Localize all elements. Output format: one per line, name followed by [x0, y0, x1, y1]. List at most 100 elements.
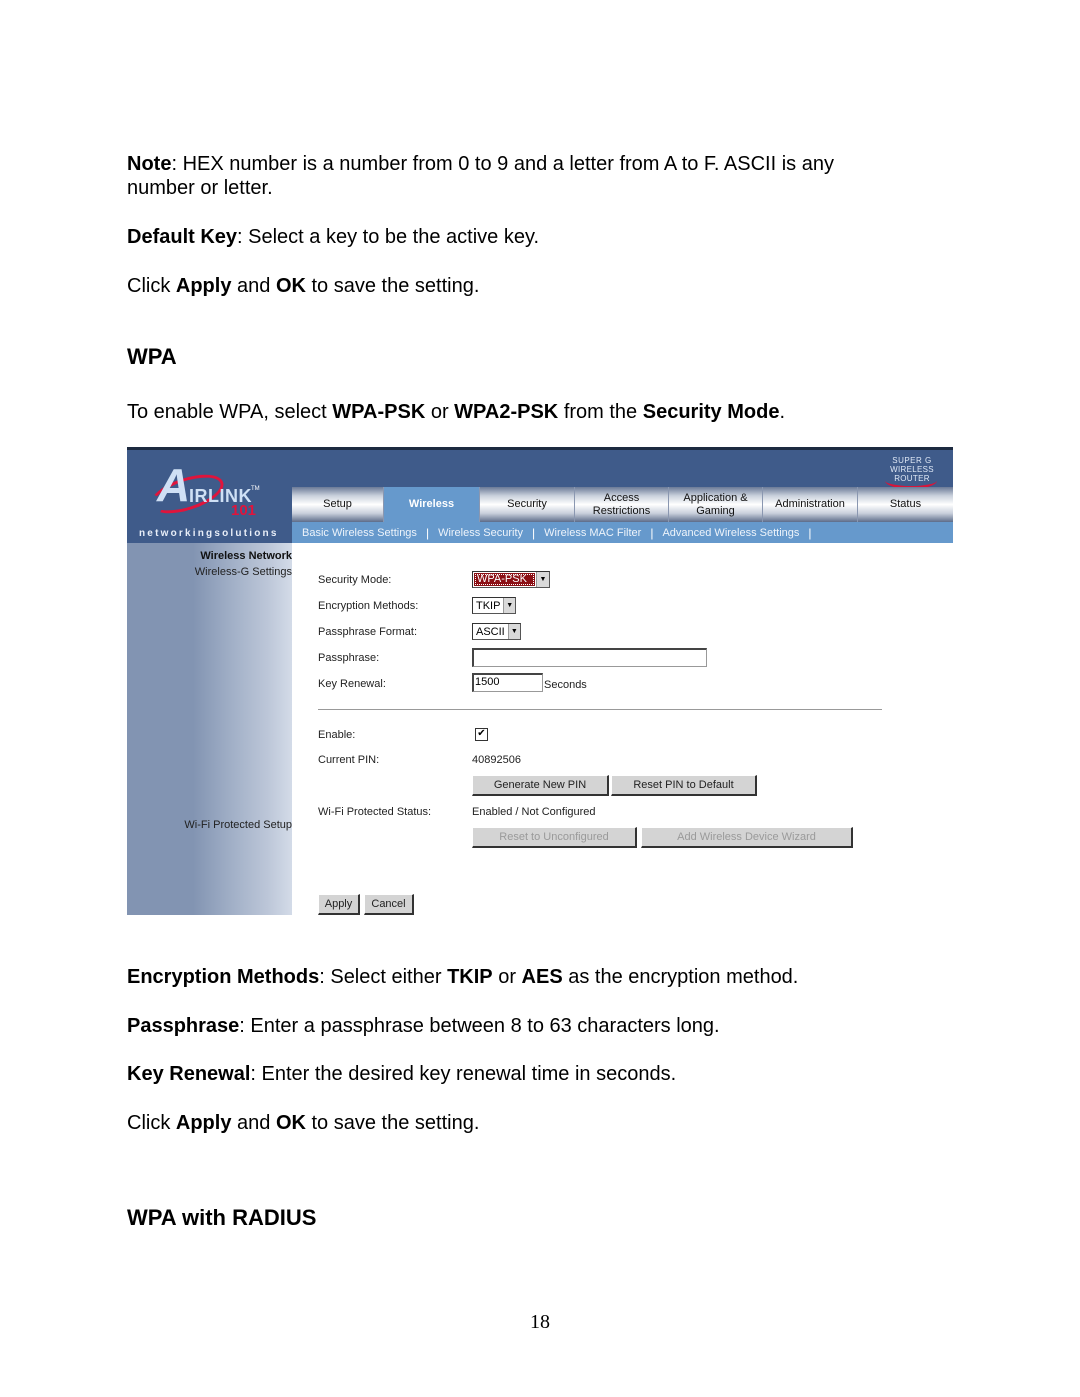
text: as the encryption method. — [562, 966, 799, 988]
tab-setup[interactable]: Setup — [292, 487, 384, 522]
text: and — [231, 275, 276, 297]
logo-tagline: networkingsolutions — [139, 528, 279, 539]
security-mode-label: Security Mode: — [318, 574, 392, 586]
wireless-subnav: Basic Wireless Settings | Wireless Securi… — [292, 522, 953, 543]
apply-button[interactable]: Apply — [318, 894, 360, 915]
current-pin-value: 40892506 — [472, 754, 521, 766]
text: . — [779, 401, 786, 423]
text: to save the setting. — [305, 1112, 480, 1134]
reset-to-unconfigured-button[interactable]: Reset to Unconfigured — [472, 827, 637, 848]
text: Click — [127, 275, 176, 297]
subnav-advanced-wireless-settings[interactable]: Advanced Wireless Settings — [662, 527, 799, 539]
chevron-down-icon: ▼ — [503, 598, 515, 613]
click-apply-paragraph: Click Apply and OK to save the setting. — [127, 274, 479, 298]
default-key-text: : Select a key to be the active key. — [237, 226, 540, 248]
note-text: : HEX number is a number from 0 to 9 and… — [127, 153, 834, 199]
text: Click — [127, 1112, 176, 1134]
wpa-radius-heading: WPA with RADIUS — [127, 1205, 317, 1230]
tab-access-restrictions[interactable]: Access Restrictions — [575, 487, 669, 522]
add-wireless-device-wizard-button[interactable]: Add Wireless Device Wizard — [641, 827, 853, 848]
text: : Select either — [319, 966, 448, 988]
passphrase-label: Passphrase: — [318, 652, 380, 664]
security-mode-value: WPA-PSK — [474, 573, 535, 586]
apply-term: Apply — [175, 275, 232, 297]
default-key-label: Default Key — [127, 226, 238, 248]
key-renewal-label: Key Renewal: — [318, 678, 386, 690]
text: or — [425, 401, 455, 423]
passphrase-paragraph: Passphrase: Enter a passphrase between 8… — [127, 1014, 720, 1038]
tab-wireless[interactable]: Wireless — [384, 487, 480, 522]
note-label: Note — [127, 153, 172, 175]
text: : Enter a passphrase between 8 to 63 cha… — [239, 1015, 720, 1037]
wps-enable-checkbox[interactable]: ✔ — [475, 728, 488, 741]
default-key-paragraph: Default Key: Select a key to be the acti… — [127, 225, 539, 249]
subnav-wireless-security[interactable]: Wireless Security — [438, 527, 523, 539]
aes-term: AES — [521, 966, 563, 988]
reset-pin-to-default-button[interactable]: Reset PIN to Default — [611, 775, 757, 796]
apply-term: Apply — [175, 1112, 232, 1134]
sidebar-wps-title: Wi-Fi Protected Setup — [184, 819, 292, 831]
text: To enable WPA, select — [127, 401, 333, 423]
wpa-heading: WPA — [127, 344, 177, 369]
current-pin-label: Current PIN: — [318, 754, 380, 766]
wps-enable-label: Enable: — [318, 729, 356, 741]
generate-new-pin-button[interactable]: Generate New PIN — [472, 775, 609, 796]
tab-administration[interactable]: Administration — [763, 487, 858, 522]
passphrase-format-label: Passphrase Format: — [318, 626, 418, 638]
tkip-term: TKIP — [447, 966, 493, 988]
key-renewal-input[interactable]: 1500 — [472, 673, 543, 692]
text: to save the setting. — [305, 275, 480, 297]
tab-application-gaming[interactable]: Application & Gaming — [669, 487, 763, 522]
note-paragraph: Note: HEX number is a number from 0 to 9… — [127, 152, 907, 200]
wpa-psk-term: WPA-PSK — [332, 401, 426, 423]
airlink-logo: A IRLINK TM 101 networkingsolutions — [127, 450, 292, 546]
router-screenshot: A IRLINK TM 101 networkingsolutions SUPE… — [127, 447, 953, 915]
passphrase-term: Passphrase — [127, 1015, 240, 1037]
encryption-methods-label: Encryption Methods: — [318, 600, 419, 612]
encryption-methods-term: Encryption Methods — [127, 966, 320, 988]
text: and — [231, 1112, 276, 1134]
wps-status-label: Wi-Fi Protected Status: — [318, 806, 432, 818]
subnav-basic-wireless-settings[interactable]: Basic Wireless Settings — [302, 527, 417, 539]
subnav-separator: | — [532, 525, 536, 540]
cancel-button[interactable]: Cancel — [364, 894, 414, 915]
page-number: 18 — [530, 1311, 550, 1333]
tab-status[interactable]: Status — [858, 487, 953, 522]
wps-status-value: Enabled / Not Configured — [472, 806, 596, 818]
encryption-methods-select[interactable]: TKIP ▼ — [472, 597, 516, 614]
wpa-intro-paragraph: To enable WPA, select WPA-PSK or WPA2-PS… — [127, 400, 785, 424]
section-sidebar: Wireless Network Wireless-G Settings Wi-… — [127, 543, 292, 915]
ok-term: OK — [275, 1112, 306, 1134]
chevron-down-icon: ▼ — [507, 624, 520, 639]
text: or — [492, 966, 522, 988]
security-mode-term: Security Mode — [642, 401, 780, 423]
chevron-down-icon: ▼ — [536, 572, 549, 587]
tab-security[interactable]: Security — [480, 487, 575, 522]
main-tabs: Setup Wireless Security Access Restricti… — [292, 487, 953, 522]
wpa2-psk-term: WPA2-PSK — [454, 401, 559, 423]
text: from the — [558, 401, 643, 423]
logo-tm: TM — [251, 486, 260, 492]
encryption-methods-value: TKIP — [476, 599, 501, 612]
super-g-badge: SUPER G WIRELESS ROUTER — [873, 456, 951, 490]
subnav-wireless-mac-filter[interactable]: Wireless MAC Filter — [544, 527, 641, 539]
sidebar-subtitle: Wireless-G Settings — [194, 566, 292, 578]
subnav-separator: | — [808, 525, 812, 540]
security-mode-select[interactable]: WPA-PSK ▼ — [472, 571, 550, 588]
badge-line1: SUPER G — [892, 456, 932, 465]
text: : Enter the desired key renewal time in … — [250, 1063, 677, 1085]
ok-term: OK — [275, 275, 306, 297]
passphrase-format-select[interactable]: ASCII ▼ — [472, 623, 521, 640]
subnav-separator: | — [650, 525, 654, 540]
passphrase-input[interactable] — [472, 648, 707, 667]
key-renewal-paragraph: Key Renewal: Enter the desired key renew… — [127, 1062, 676, 1086]
passphrase-format-value: ASCII — [476, 625, 505, 638]
section-divider — [318, 709, 882, 710]
click-apply-paragraph-2: Click Apply and OK to save the setting. — [127, 1111, 479, 1135]
subnav-separator: | — [425, 525, 430, 540]
logo-number: 101 — [231, 502, 257, 519]
encryption-methods-paragraph: Encryption Methods: Select either TKIP o… — [127, 965, 798, 989]
key-renewal-unit: Seconds — [544, 679, 587, 691]
key-renewal-term: Key Renewal — [127, 1063, 251, 1085]
logo-letter: A — [157, 459, 191, 511]
